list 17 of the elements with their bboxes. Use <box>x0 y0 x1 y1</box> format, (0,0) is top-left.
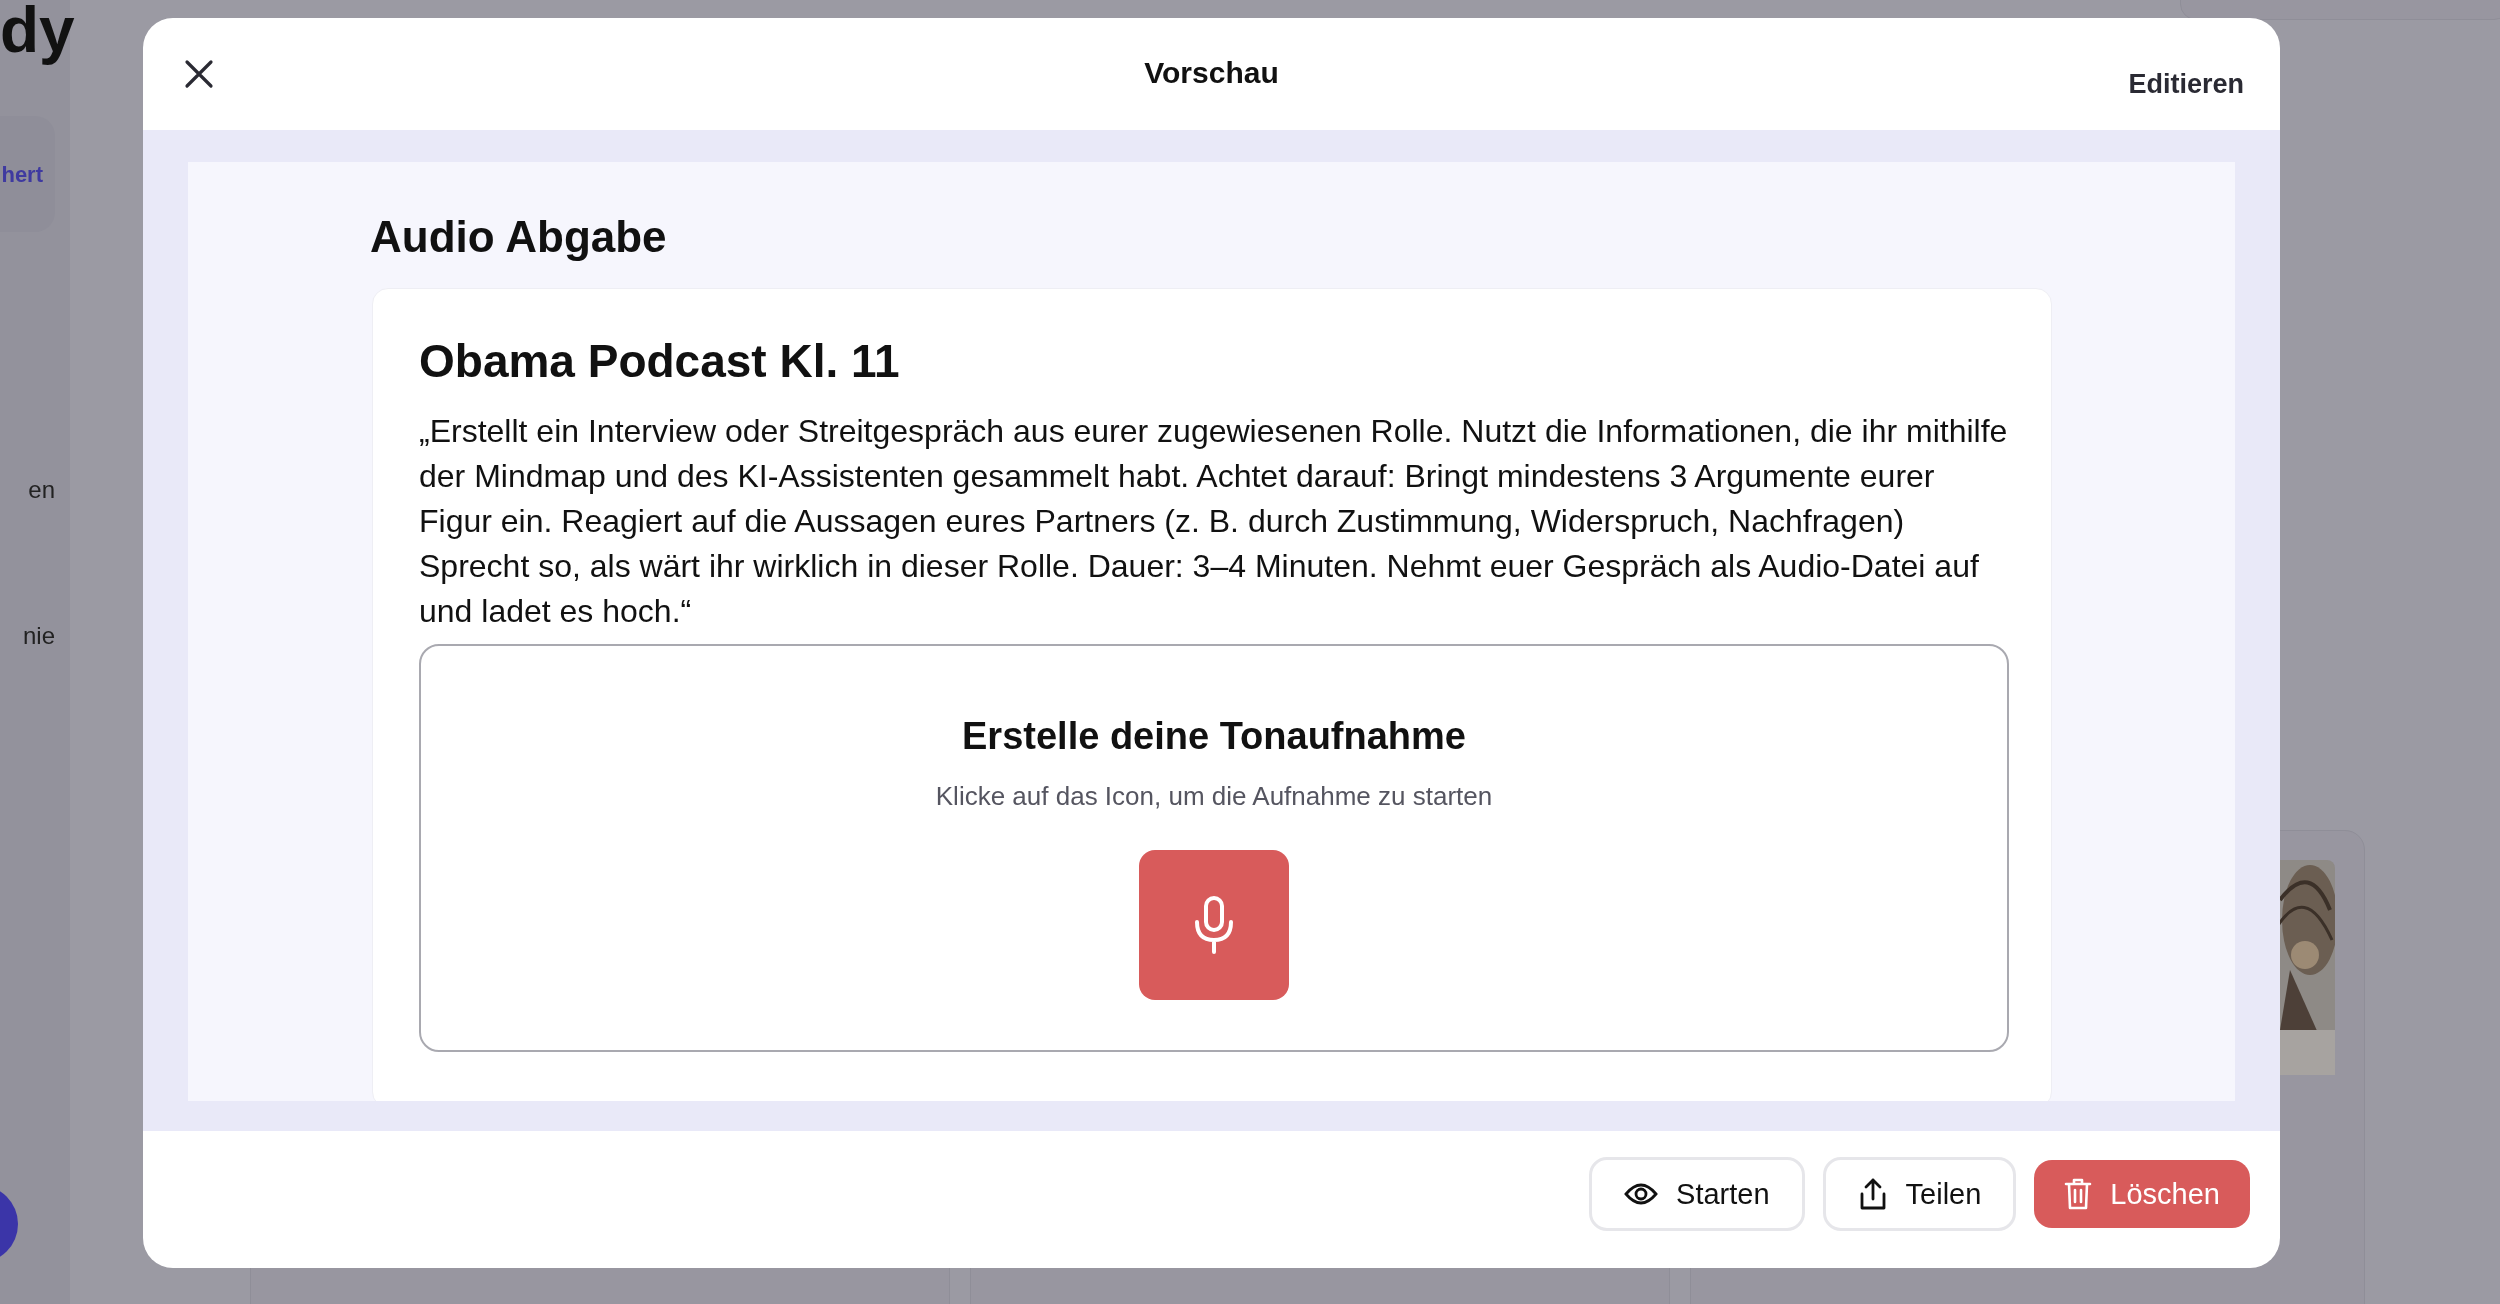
task-title: Obama Podcast Kl. 11 <box>419 333 901 389</box>
sidebar-item[interactable]: hert <box>0 116 55 232</box>
recorder-title: Erstelle deine Tonaufnahme <box>962 713 1466 759</box>
action-button[interactable]: Starten <box>1589 1157 1805 1232</box>
edit-link[interactable]: Editieren <box>2128 63 2244 104</box>
sidebar-item[interactable]: en <box>0 470 55 510</box>
task-description: „Erstellt ein Interview oder Streitgespräch aus eurer zugewiesenen Rolle. Nutzt die Informationen, die ihr mithilfe der Mindmap und des KI-Assistenten gesammelt habt. Achtet darauf: Bringt mindestens 3 Argumente eurer Figur ein. Reagiert auf die Aussagen eures Partners (z. B. durch Zustimmung, Widerspruch, Nachfragen) Sprecht so, als wärt ihr wirklich in dieser Rolle. Dauer: 3–4 Minuten. Nehmt euer Gespräch als Audio-Datei auf und ladet es hoch.“ <box>419 411 2009 631</box>
recorder-hint: Klicke auf das Icon, um die Aufnahme zu starten <box>935 779 1493 813</box>
sidebar-item[interactable]: nie <box>0 616 55 656</box>
trash-icon <box>2064 1177 2093 1212</box>
eye-icon <box>1624 1182 1659 1207</box>
dialog-title: Vorschau <box>1144 55 1279 91</box>
delete-button[interactable]: Löschen <box>2034 1160 2250 1229</box>
record-button[interactable] <box>1139 849 1289 1000</box>
section-title: Audio Abgabe <box>370 210 668 263</box>
action-button[interactable]: Teilen <box>1822 1157 2017 1232</box>
logo-text: dy <box>0 0 75 68</box>
